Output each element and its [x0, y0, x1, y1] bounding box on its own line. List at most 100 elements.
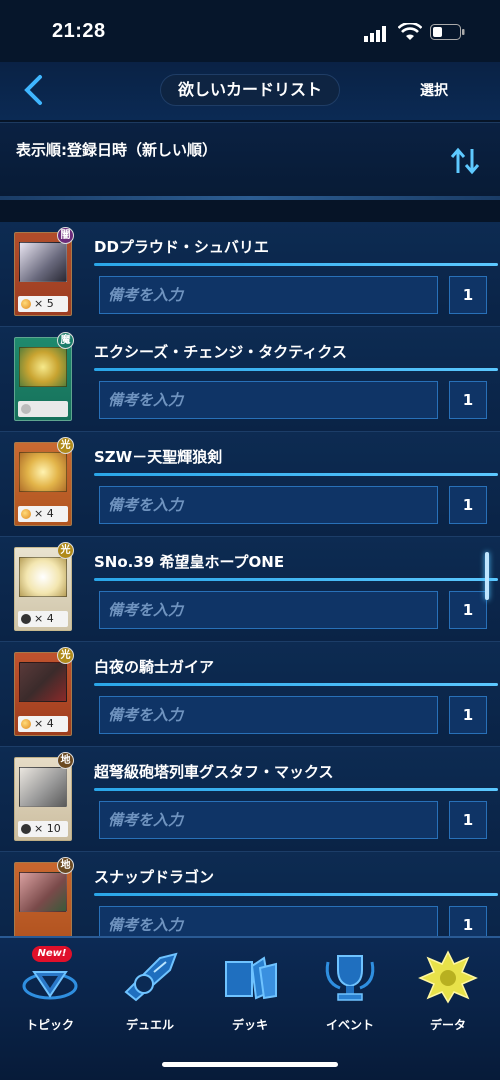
battery-icon: [430, 24, 465, 40]
divider: [94, 473, 498, 476]
deck-icon: [225, 956, 277, 1000]
divider: [94, 578, 498, 581]
trophy-icon: [325, 955, 375, 1001]
card-stat-value: × 4: [34, 507, 54, 520]
card-name: エクシーズ・チェンジ・タクティクス: [94, 343, 347, 361]
coin-icon: [21, 824, 31, 834]
quantity-field[interactable]: 1: [449, 906, 487, 936]
coin-icon: [21, 509, 31, 519]
card-art: [19, 872, 67, 912]
status-bar: 21:28: [0, 0, 500, 62]
attribute-badge: 光: [57, 647, 74, 664]
nav-label: デュエル: [125, 1018, 174, 1032]
note-input[interactable]: 備考を入力: [99, 696, 438, 734]
card-stat-value: × 4: [34, 612, 54, 625]
nav-event[interactable]: イベント: [310, 948, 390, 1038]
card-stat: × 5: [18, 296, 68, 312]
card-name: DDプラウド・シュバリエ: [94, 238, 269, 256]
quantity-field[interactable]: 1: [449, 591, 487, 629]
divider: [94, 368, 498, 371]
app-header: 欲しいカードリスト 選択: [0, 62, 500, 120]
page-title: 欲しいカードリスト: [160, 74, 340, 106]
card-stat-value: × 4: [34, 717, 54, 730]
new-badge: New!: [32, 946, 72, 962]
nav-topic[interactable]: New! トピック: [10, 946, 90, 1038]
coin-icon: [21, 299, 31, 309]
card-thumbnail[interactable]: × 10: [14, 757, 72, 841]
card-name: スナップドラゴン: [94, 868, 215, 886]
nav-label: トピック: [25, 1018, 74, 1032]
card-art: [19, 347, 67, 387]
card-art: [19, 662, 67, 702]
quantity-field[interactable]: 1: [449, 801, 487, 839]
back-button[interactable]: [22, 74, 52, 108]
quantity-field[interactable]: 1: [449, 276, 487, 314]
sort-bar: 表示順:登録日時（新しい順）: [0, 122, 500, 196]
status-time: 21:28: [52, 20, 106, 42]
bottom-nav: New! トピック デュエル デッキ イベント データ: [0, 936, 500, 1080]
divider: [94, 893, 498, 896]
note-input[interactable]: 備考を入力: [99, 591, 438, 629]
nav-label: イベント: [325, 1018, 374, 1032]
quantity-field[interactable]: 1: [449, 696, 487, 734]
home-indicator[interactable]: [162, 1062, 338, 1067]
attribute-badge: 地: [57, 752, 74, 769]
quantity-field[interactable]: 1: [449, 486, 487, 524]
divider: [94, 263, 498, 266]
wifi-icon: [398, 23, 422, 40]
divider: [94, 683, 498, 686]
nav-duel[interactable]: デュエル: [110, 948, 190, 1038]
card-art: [19, 557, 67, 597]
list-item[interactable]: × 10 地 超弩級砲塔列車グスタフ・マックス 備考を入力 1: [0, 747, 500, 852]
card-art: [19, 242, 67, 282]
nav-label: デッキ: [231, 1018, 268, 1032]
list-item[interactable]: 地 スナップドラゴン 備考を入力 1: [0, 852, 500, 936]
attribute-badge: 光: [57, 542, 74, 559]
sort-order-label[interactable]: 表示順:登録日時（新しい順）: [16, 139, 217, 160]
nav-data[interactable]: データ: [408, 948, 488, 1038]
card-thumbnail[interactable]: × 5: [14, 232, 72, 316]
card-stat-value: × 5: [34, 297, 54, 310]
wishlist-card-list[interactable]: × 5 闇 DDプラウド・シュバリエ 備考を入力 1 魔 エクシーズ・チェンジ・…: [0, 222, 500, 936]
card-art: [19, 452, 67, 492]
quantity-field[interactable]: 1: [449, 381, 487, 419]
note-input[interactable]: 備考を入力: [99, 801, 438, 839]
attribute-badge: 魔: [57, 332, 74, 349]
card-art: [19, 767, 67, 807]
select-button[interactable]: 選択: [420, 80, 448, 100]
note-input[interactable]: 備考を入力: [99, 906, 438, 936]
attribute-badge: 光: [57, 437, 74, 454]
coin-icon: [21, 719, 31, 729]
list-item[interactable]: × 4 光 SNo.39 希望皇ホープONE 備考を入力 1: [0, 537, 500, 642]
attribute-badge: 地: [57, 857, 74, 874]
card-thumbnail[interactable]: [14, 337, 72, 421]
cellular-signal-icon: [364, 26, 386, 42]
note-input[interactable]: 備考を入力: [99, 276, 438, 314]
card-thumbnail[interactable]: × 4: [14, 442, 72, 526]
list-item[interactable]: 魔 エクシーズ・チェンジ・タクティクス 備考を入力 1: [0, 327, 500, 432]
duel-disk-icon: [124, 952, 178, 1002]
scrollbar[interactable]: [485, 552, 489, 600]
divider: [94, 788, 498, 791]
chevron-left-icon: [24, 75, 42, 105]
card-stat: [18, 401, 68, 417]
card-stat: × 4: [18, 611, 68, 627]
card-name: 超弩級砲塔列車グスタフ・マックス: [94, 763, 334, 781]
note-input[interactable]: 備考を入力: [99, 381, 438, 419]
card-name: SNo.39 希望皇ホープONE: [94, 553, 285, 571]
card-thumbnail[interactable]: × 4: [14, 652, 72, 736]
data-icon: [418, 950, 478, 1004]
card-thumbnail[interactable]: × 4: [14, 547, 72, 631]
list-item[interactable]: × 4 光 白夜の騎士ガイア 備考を入力 1: [0, 642, 500, 747]
card-stat: × 10: [18, 821, 68, 837]
divider: [0, 196, 500, 200]
coin-icon: [21, 614, 31, 624]
note-input[interactable]: 備考を入力: [99, 486, 438, 524]
list-item[interactable]: × 5 闇 DDプラウド・シュバリエ 備考を入力 1: [0, 222, 500, 327]
card-name: SZW－天聖輝狼剣: [94, 448, 223, 466]
sort-toggle-icon[interactable]: [450, 147, 480, 175]
attribute-badge: 闇: [57, 227, 74, 244]
nav-deck[interactable]: デッキ: [210, 948, 290, 1038]
list-item[interactable]: × 4 光 SZW－天聖輝狼剣 備考を入力 1: [0, 432, 500, 537]
card-stat-value: × 10: [34, 822, 61, 835]
